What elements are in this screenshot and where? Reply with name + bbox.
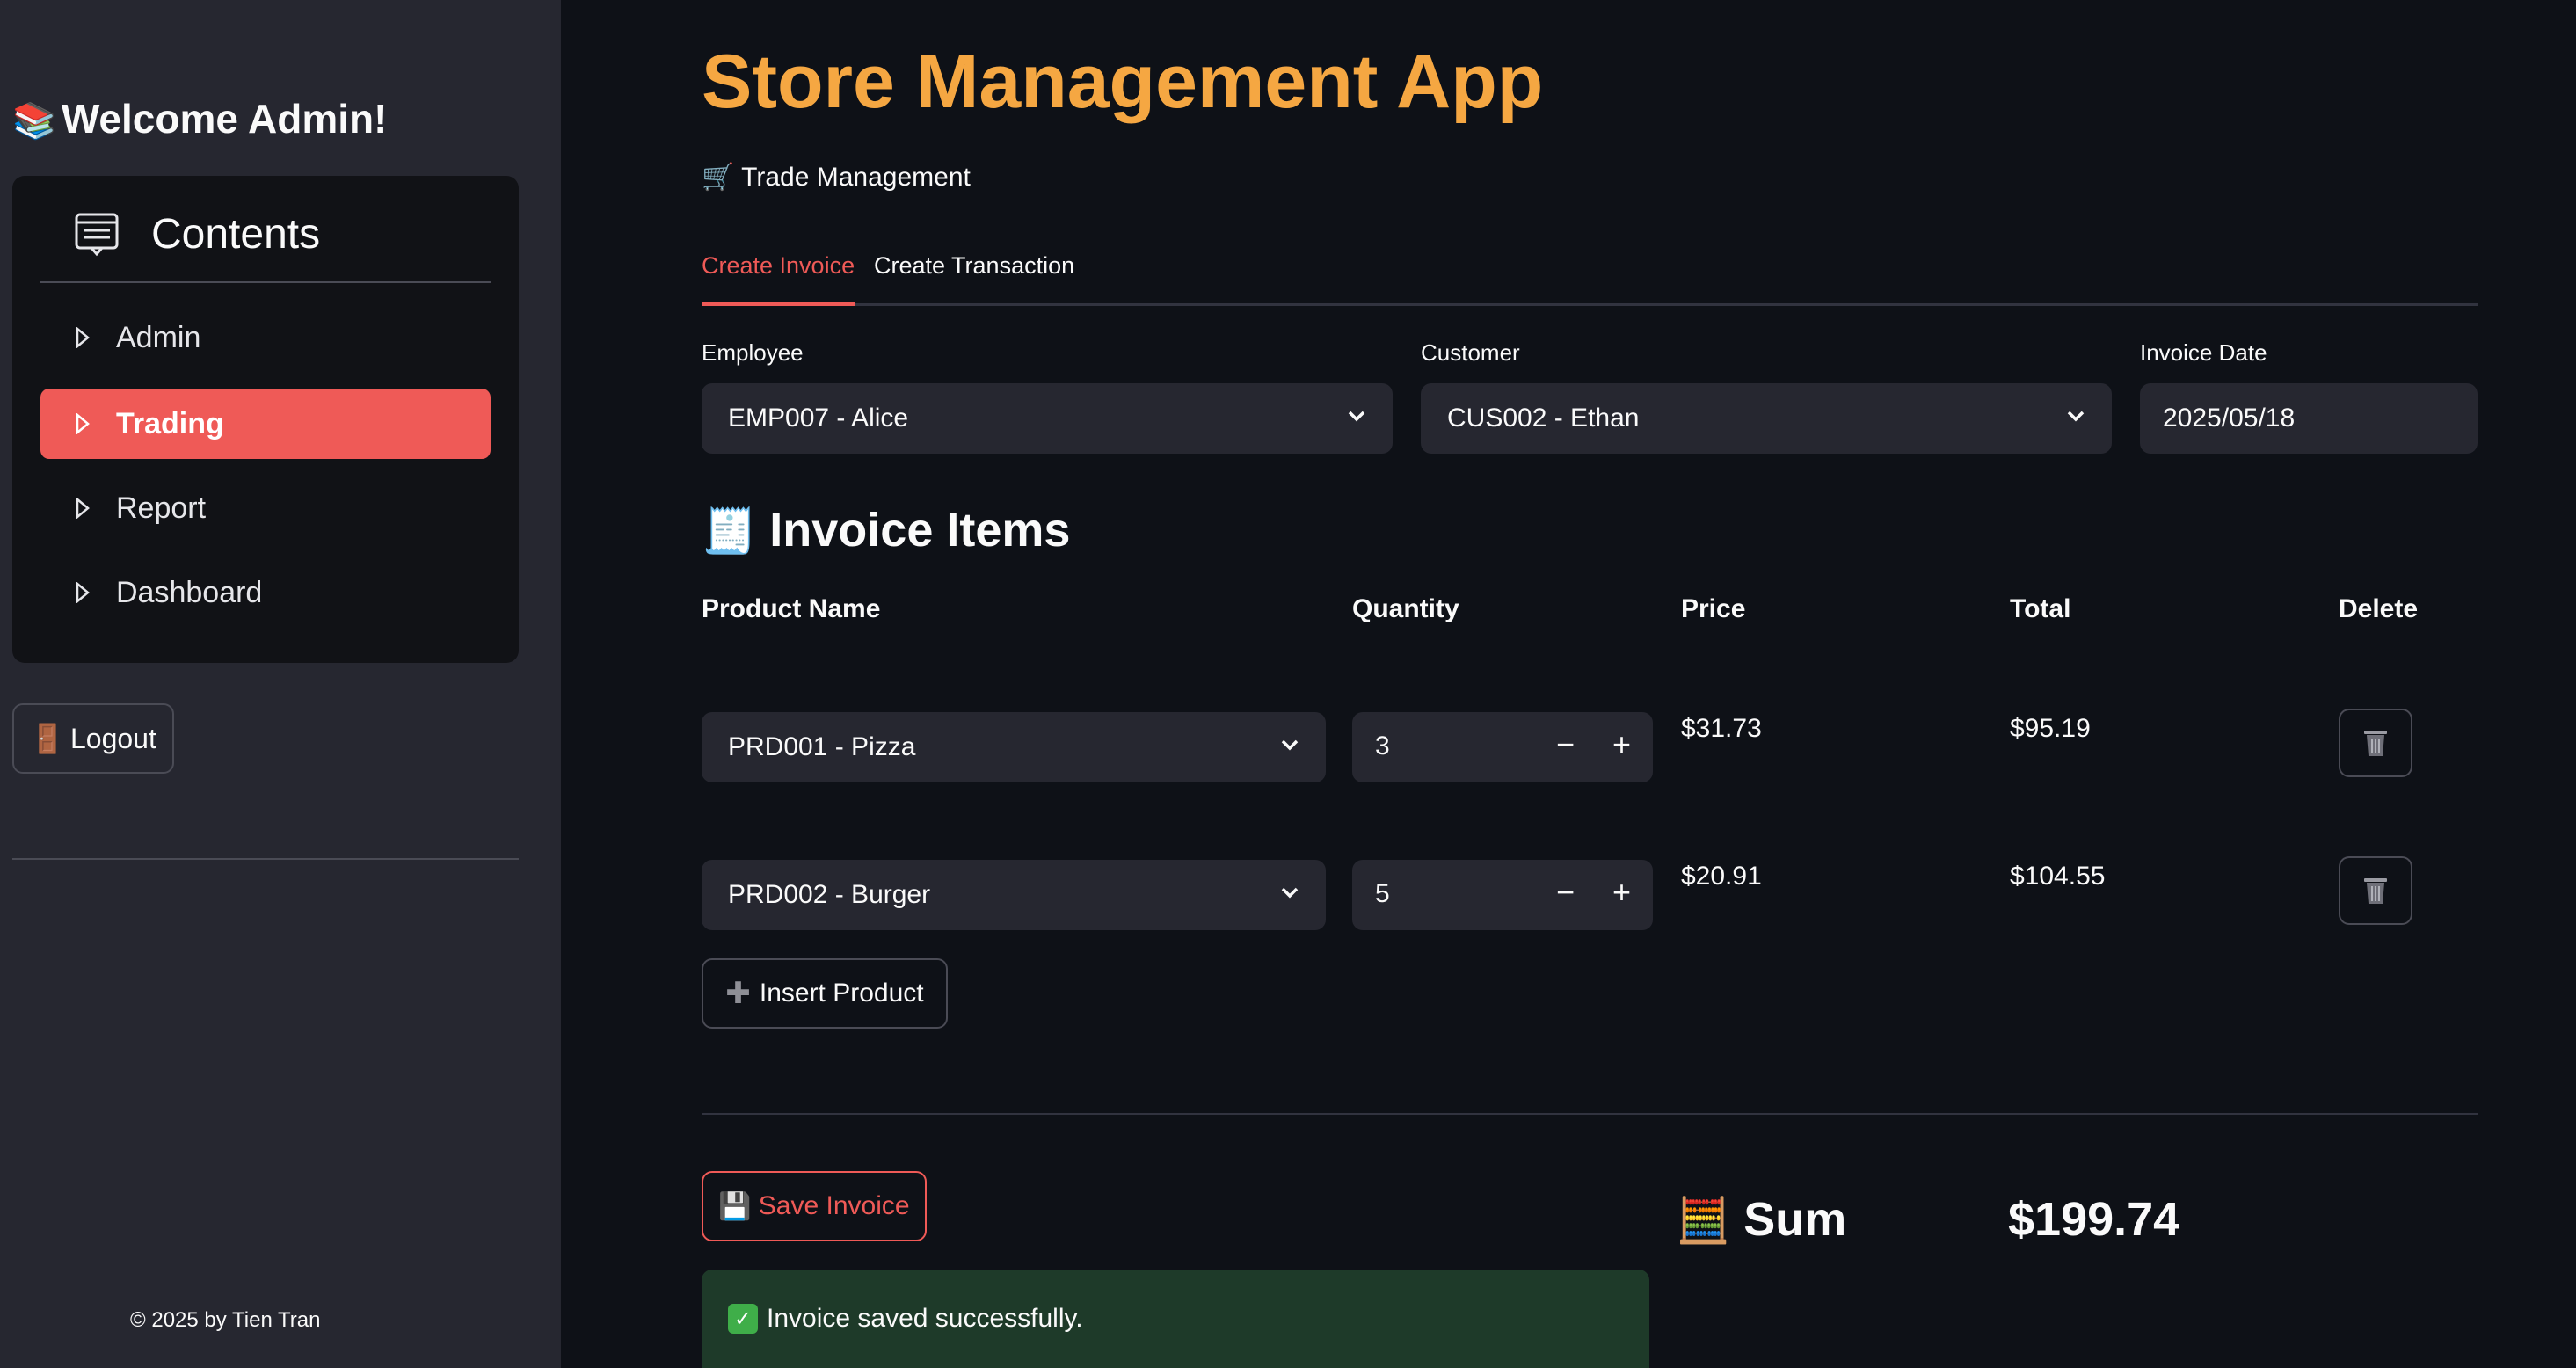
chevron-down-icon bbox=[1348, 411, 1365, 422]
sidebar-item-label: Admin bbox=[116, 320, 201, 354]
product-select[interactable]: PRD001 - Pizza bbox=[702, 712, 1326, 782]
sum-heading: 🧮 Sum bbox=[1676, 1192, 1846, 1247]
floppy-disk-icon: 💾 bbox=[718, 1191, 752, 1221]
main-content: Store Management App 🛒 Trade Management … bbox=[702, 0, 2478, 1368]
triangle-right-icon bbox=[76, 413, 90, 434]
sidebar-item-report[interactable]: Report bbox=[40, 473, 491, 543]
page-subtitle: 🛒 Trade Management bbox=[702, 162, 971, 193]
column-header-total: Total bbox=[2010, 594, 2071, 623]
tab-bar: Create Invoice Create Transaction bbox=[702, 248, 2478, 306]
product-value: PRD001 - Pizza bbox=[728, 732, 916, 761]
decrement-button[interactable]: − bbox=[1556, 874, 1575, 911]
column-header-price: Price bbox=[1681, 594, 1746, 623]
sidebar-item-label: Dashboard bbox=[116, 575, 263, 609]
triangle-right-icon bbox=[76, 498, 90, 519]
invoice-date-value: 2025/05/18 bbox=[2163, 404, 2296, 433]
employee-select[interactable]: EMP007 - Alice bbox=[702, 383, 1393, 454]
increment-button[interactable]: + bbox=[1612, 874, 1631, 911]
door-icon: 🚪 bbox=[30, 723, 65, 754]
increment-button[interactable]: + bbox=[1612, 726, 1631, 763]
save-invoice-button[interactable]: 💾 Save Invoice bbox=[702, 1171, 927, 1241]
product-value: PRD002 - Burger bbox=[728, 880, 931, 909]
sidebar-item-admin[interactable]: Admin bbox=[40, 302, 491, 373]
price-cell: $20.91 bbox=[1681, 862, 1762, 891]
success-message: Invoice saved successfully. bbox=[767, 1304, 1083, 1333]
contents-menu: Contents Admin Trading Report Dashboard bbox=[12, 176, 519, 663]
total-cell: $95.19 bbox=[2010, 714, 2091, 743]
chevron-down-icon bbox=[2067, 411, 2085, 422]
customer-select[interactable]: CUS002 - Ethan bbox=[1421, 383, 2112, 454]
section-divider bbox=[702, 1113, 2478, 1115]
sidebar-divider bbox=[12, 858, 519, 860]
invoice-date-label: Invoice Date bbox=[2140, 339, 2267, 366]
save-invoice-label: Save Invoice bbox=[758, 1191, 910, 1220]
abacus-icon: 🧮 bbox=[1676, 1196, 1731, 1245]
sidebar-item-dashboard[interactable]: Dashboard bbox=[40, 557, 491, 628]
menu-title: Contents bbox=[151, 211, 321, 258]
price-cell: $31.73 bbox=[1681, 714, 1762, 743]
success-alert: ✓ Invoice saved successfully. bbox=[702, 1270, 1649, 1368]
sidebar-item-label: Trading bbox=[116, 406, 224, 440]
tab-create-transaction[interactable]: Create Transaction bbox=[874, 248, 1074, 306]
books-icon: 📚 bbox=[12, 102, 56, 141]
chevron-down-icon bbox=[1281, 887, 1299, 899]
subtitle-text: Trade Management bbox=[741, 163, 971, 192]
menu-list-icon bbox=[75, 213, 119, 257]
triangle-right-icon bbox=[76, 582, 90, 603]
quantity-value: 5 bbox=[1375, 879, 1390, 908]
employee-value: EMP007 - Alice bbox=[728, 404, 909, 433]
total-cell: $104.55 bbox=[2010, 862, 2106, 891]
invoice-date-input[interactable]: 2025/05/18 bbox=[2140, 383, 2478, 454]
quantity-stepper[interactable]: 3 − + bbox=[1352, 712, 1653, 782]
welcome-heading: 📚 Welcome Admin! bbox=[12, 95, 387, 142]
cart-icon: 🛒 bbox=[702, 163, 735, 192]
logout-button[interactable]: 🚪 Logout bbox=[12, 703, 174, 774]
sum-value: $199.74 bbox=[2008, 1193, 2180, 1246]
invoice-items-title: Invoice Items bbox=[769, 504, 1071, 557]
plus-icon: ✚ bbox=[725, 977, 751, 1010]
quantity-value: 3 bbox=[1375, 731, 1390, 760]
quantity-stepper[interactable]: 5 − + bbox=[1352, 860, 1653, 930]
sidebar-item-label: Report bbox=[116, 491, 207, 525]
trash-icon bbox=[2364, 731, 2387, 756]
sidebar: 📚 Welcome Admin! Contents Admin Trading R… bbox=[0, 0, 561, 1368]
delete-row-button[interactable] bbox=[2339, 856, 2412, 925]
logout-label: Logout bbox=[69, 722, 156, 754]
employee-label: Employee bbox=[702, 339, 804, 366]
receipt-icon: 🧾 bbox=[702, 506, 757, 556]
insert-product-label: Insert Product bbox=[759, 979, 924, 1008]
trash-icon bbox=[2364, 878, 2387, 904]
sidebar-item-trading[interactable]: Trading bbox=[40, 389, 491, 459]
column-header-quantity: Quantity bbox=[1352, 594, 1459, 623]
customer-value: CUS002 - Ethan bbox=[1447, 404, 1640, 433]
page-title: Store Management App bbox=[702, 40, 1544, 124]
sum-label: Sum bbox=[1743, 1193, 1847, 1246]
footer-copyright: © 2025 by Tien Tran bbox=[130, 1308, 321, 1332]
triangle-right-icon bbox=[76, 327, 90, 348]
column-header-delete: Delete bbox=[2339, 594, 2419, 623]
decrement-button[interactable]: − bbox=[1556, 726, 1575, 763]
customer-label: Customer bbox=[1421, 339, 1520, 366]
chevron-down-icon bbox=[1281, 739, 1299, 751]
insert-product-button[interactable]: ✚ Insert Product bbox=[702, 958, 948, 1029]
column-header-product: Product Name bbox=[702, 594, 881, 623]
menu-header: Contents bbox=[40, 207, 491, 283]
welcome-text: Welcome Admin! bbox=[61, 96, 388, 142]
product-select[interactable]: PRD002 - Burger bbox=[702, 860, 1326, 930]
invoice-items-heading: 🧾 Invoice Items bbox=[702, 503, 1070, 557]
check-mark-icon: ✓ bbox=[728, 1304, 758, 1334]
tab-create-invoice[interactable]: Create Invoice bbox=[702, 248, 855, 306]
delete-row-button[interactable] bbox=[2339, 709, 2412, 777]
